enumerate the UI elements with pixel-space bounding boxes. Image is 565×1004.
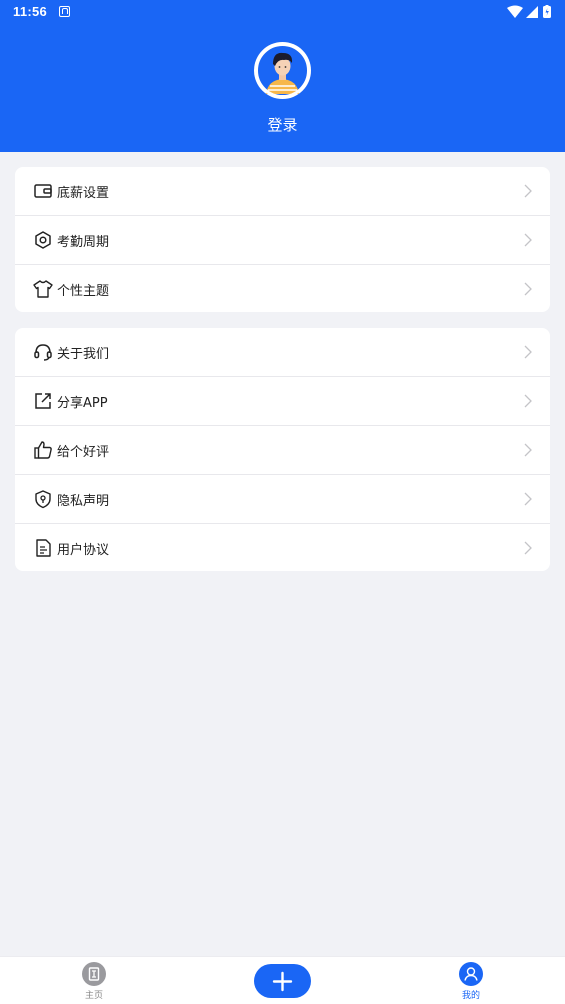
chevron-right-icon <box>524 541 532 555</box>
menu-item-label: 关于我们 <box>57 347 110 362</box>
tab-home-label: 主页 <box>84 991 103 1001</box>
menu-item-label: 隐私声明 <box>57 494 110 509</box>
status-bar: 11:56 <box>0 0 565 24</box>
menu-item-label: 分享APP <box>57 396 108 411</box>
wallet-icon <box>34 184 52 198</box>
tab-mine[interactable]: 我的 <box>441 957 501 1004</box>
settings-card: 底薪设置 考勤周期 个性主题 <box>15 167 550 312</box>
menu-item-privacy[interactable]: 隐私声明 <box>15 475 550 524</box>
menu-item-label: 用户协议 <box>57 543 110 558</box>
login-link[interactable]: 登录 <box>0 114 565 135</box>
status-time: 11:56 <box>13 4 48 19</box>
document-icon <box>36 539 51 557</box>
info-card: 关于我们 分享APP 给个好评 隐私声明 用户协议 <box>15 328 550 571</box>
status-icons <box>507 5 551 18</box>
add-record-button[interactable] <box>254 964 311 998</box>
signal-icon <box>526 6 538 18</box>
chevron-right-icon <box>524 233 532 247</box>
profile-header: 11:56 登录 <box>0 0 565 152</box>
hexagon-settings-icon <box>35 231 51 249</box>
menu-item-user-agreement[interactable]: 用户协议 <box>15 524 550 571</box>
thumbs-up-icon <box>34 441 52 459</box>
menu-item-salary-settings[interactable]: 底薪设置 <box>15 167 550 216</box>
chevron-right-icon <box>524 492 532 506</box>
menu-item-label: 考勤周期 <box>57 235 110 250</box>
menu-item-label: 给个好评 <box>57 445 110 460</box>
headset-icon <box>34 344 52 361</box>
menu-item-rate-us[interactable]: 给个好评 <box>15 426 550 475</box>
notification-app-icon <box>59 6 70 17</box>
menu-item-theme[interactable]: 个性主题 <box>15 265 550 312</box>
chevron-right-icon <box>524 443 532 457</box>
plus-icon <box>272 971 293 992</box>
wifi-icon <box>507 5 523 18</box>
menu-item-label: 底薪设置 <box>57 186 110 201</box>
menu-item-attendance-cycle[interactable]: 考勤周期 <box>15 216 550 265</box>
tab-mine-label: 我的 <box>461 991 480 1001</box>
chevron-right-icon <box>524 282 532 296</box>
menu-item-share-app[interactable]: 分享APP <box>15 377 550 426</box>
tshirt-icon <box>33 280 53 298</box>
shield-icon <box>35 490 51 509</box>
chevron-right-icon <box>524 394 532 408</box>
menu-item-about-us[interactable]: 关于我们 <box>15 328 550 377</box>
menu-item-label: 个性主题 <box>57 284 110 299</box>
avatar[interactable] <box>254 42 311 99</box>
bottom-tab-bar: 主页 我的 <box>0 956 565 1004</box>
chevron-right-icon <box>524 345 532 359</box>
user-icon <box>459 962 483 986</box>
chevron-right-icon <box>524 184 532 198</box>
share-icon <box>35 393 51 409</box>
tab-home[interactable]: 主页 <box>64 957 124 1004</box>
home-icon <box>82 962 106 986</box>
